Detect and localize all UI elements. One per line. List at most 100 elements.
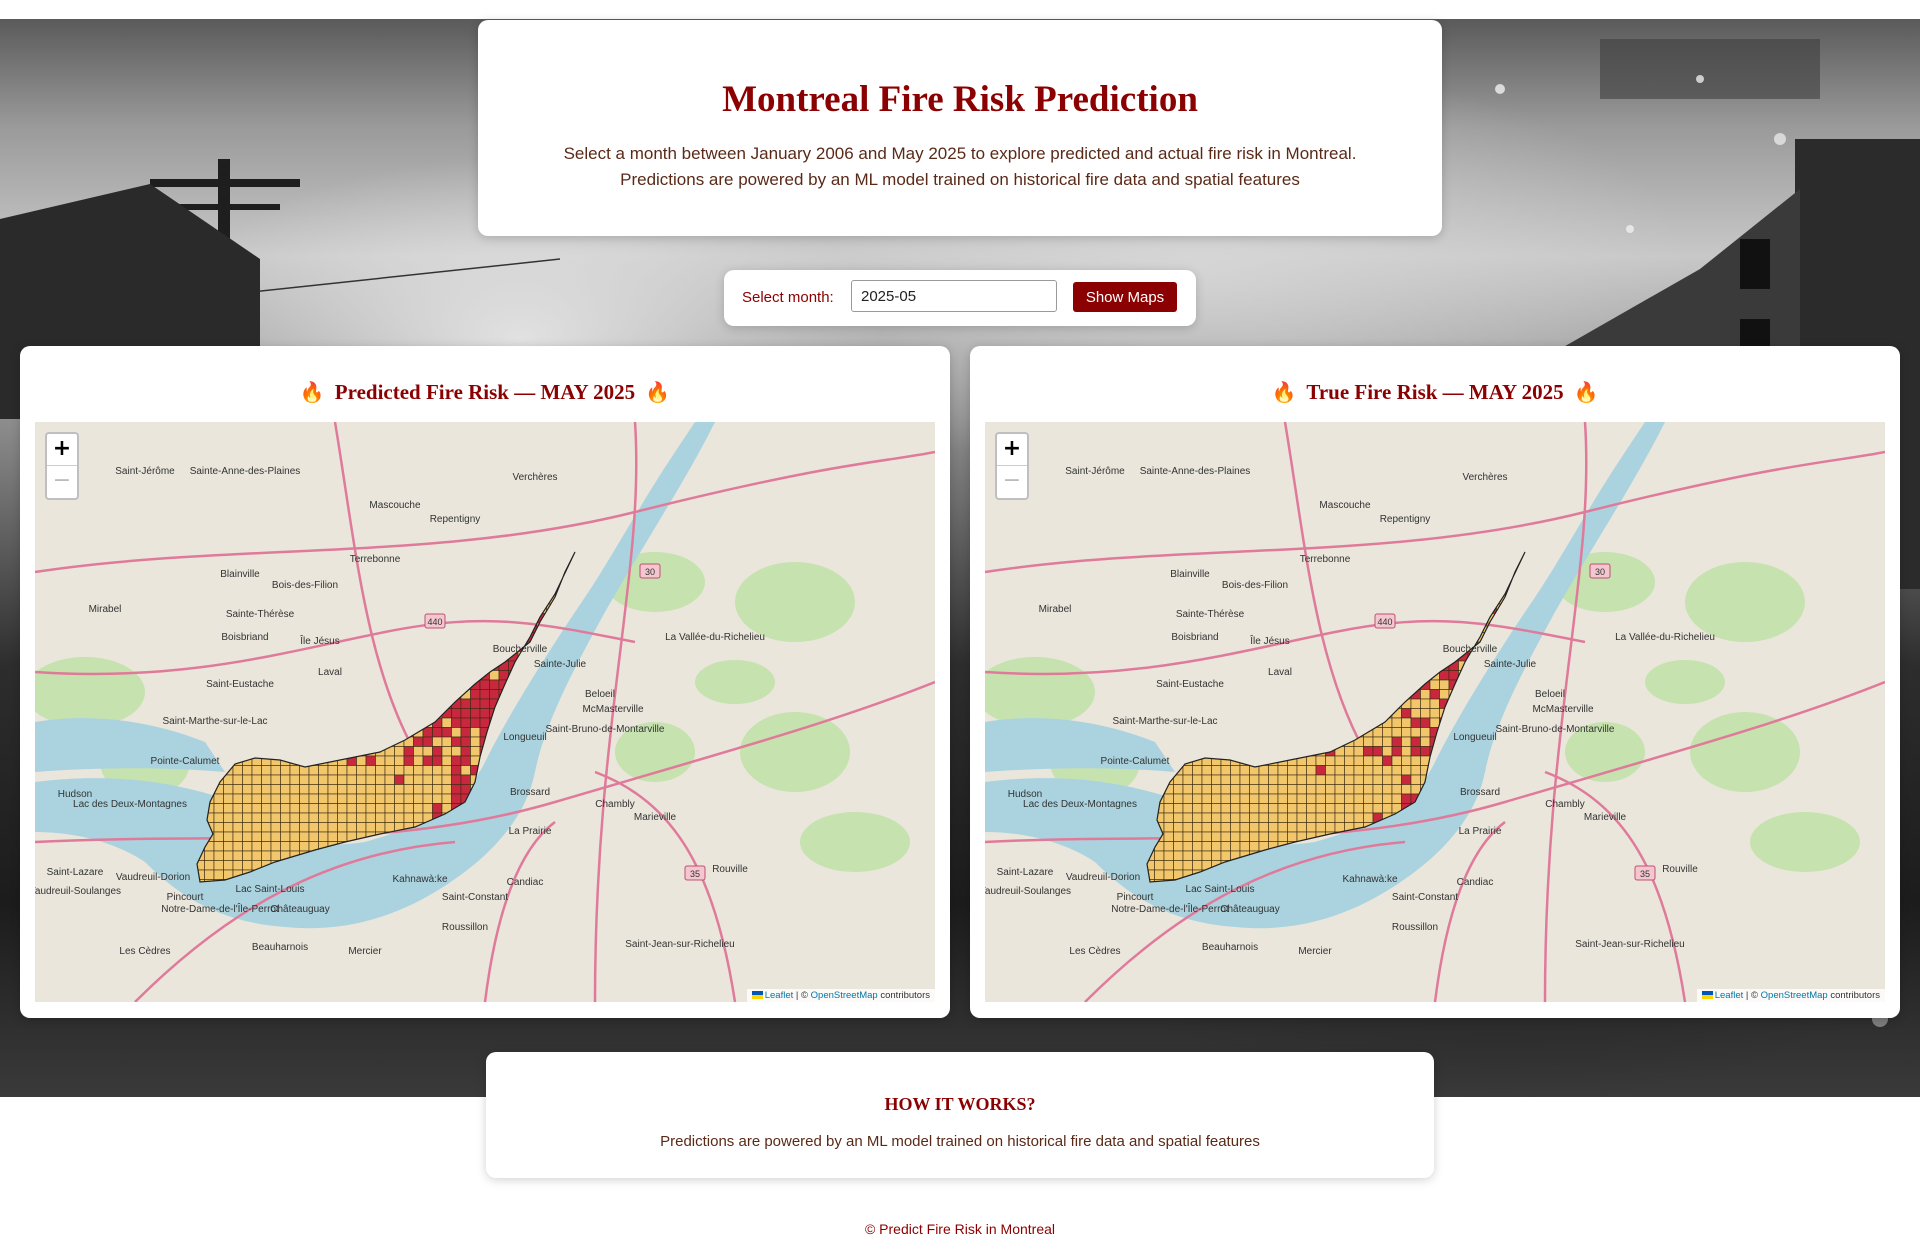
place-label: Les Cèdres [119,946,170,957]
low-risk-cell [394,765,405,776]
low-risk-cell [232,765,243,776]
park-area [1750,812,1860,872]
low-risk-cell [1382,727,1393,738]
low-risk-cell [394,746,405,757]
low-risk-cell [1391,784,1402,795]
low-risk-cell [1258,774,1269,785]
place-label: Mirabel [1039,604,1072,615]
place-label: Kahnawà:ke [392,874,447,885]
low-risk-cell [1192,793,1203,804]
low-risk-cell [327,812,338,823]
place-label: Notre-Dame-de-l'Île-Perrot [1111,902,1229,915]
low-risk-cell [204,860,215,871]
low-risk-cell [299,793,310,804]
low-risk-cell [251,774,262,785]
low-risk-cell [1391,774,1402,785]
low-risk-cell [280,831,291,842]
low-risk-cell [1363,784,1374,795]
place-label: Roussillon [1392,922,1438,933]
place-label: Saint-Constant [442,892,508,903]
low-risk-cell [270,793,281,804]
low-risk-cell [1363,736,1374,747]
high-risk-cell [1391,746,1402,757]
place-label: Île Jésus [299,634,339,647]
high-risk-cell [479,689,490,700]
high-risk-cell [479,679,490,690]
leaflet-link[interactable]: Leaflet [765,990,794,1001]
place-label: Saint-Lazare [47,867,104,878]
place-label: Châteauguay [1220,904,1280,915]
low-risk-cell [308,774,319,785]
low-risk-cell [1163,822,1174,833]
low-risk-cell [375,784,386,795]
low-risk-cell [375,803,386,814]
zoom-out-button[interactable]: − [997,466,1027,497]
low-risk-cell [1192,765,1203,776]
low-risk-cell [413,793,424,804]
low-risk-cell [1211,822,1222,833]
route-shield-label: 440 [1377,617,1392,627]
low-risk-cell [1239,793,1250,804]
fire-icon: 🔥 [645,382,671,404]
zoom-in-button[interactable]: + [47,434,77,466]
low-risk-cell [251,793,262,804]
low-risk-cell [1287,793,1298,804]
low-risk-cell [251,784,262,795]
predicted-risk-map[interactable]: Saint-Jérôme Sainte-Anne-des-Plaines Masco… [35,422,935,1002]
high-risk-cell [422,755,433,766]
high-risk-cell [479,698,490,709]
low-risk-cell [1239,803,1250,814]
low-risk-cell [1211,765,1222,776]
month-input[interactable] [851,280,1057,312]
zoom-in-button[interactable]: + [997,434,1027,466]
low-risk-cell [1429,708,1440,719]
osm-link[interactable]: OpenStreetMap [1761,990,1828,1001]
low-risk-cell [308,784,319,795]
low-risk-cell [422,746,433,757]
true-risk-map[interactable]: Saint-Jérôme Sainte-Anne-des-Plaines Masco… [985,422,1885,1002]
low-risk-cell [1239,784,1250,795]
low-risk-cell [327,803,338,814]
low-risk-cell [1230,803,1241,814]
low-risk-cell [223,850,234,861]
place-label: Verchères [512,472,557,483]
place-label: Repentigny [1380,514,1431,525]
low-risk-cell [1277,793,1288,804]
low-risk-cell [1372,765,1383,776]
leaflet-link[interactable]: Leaflet [1715,990,1744,1001]
low-risk-cell [1353,812,1364,823]
low-risk-cell [1363,812,1374,823]
low-risk-cell [1182,812,1193,823]
low-risk-cell [441,784,452,795]
show-maps-button[interactable]: Show Maps [1073,282,1177,312]
place-label: Mercier [1298,946,1332,957]
low-risk-cell [270,831,281,842]
low-risk-cell [1363,755,1374,766]
zoom-out-button[interactable]: − [47,466,77,497]
osm-link[interactable]: OpenStreetMap [811,990,878,1001]
low-risk-cell [394,803,405,814]
low-risk-cell [403,774,414,785]
low-risk-cell [1287,784,1298,795]
place-label: Lac des Deux-Montagnes [1023,799,1137,810]
place-label: Vaudreuil-Soulanges [985,886,1071,897]
low-risk-cell [384,784,395,795]
high-risk-cell [1420,746,1431,757]
place-label: Candiac [507,877,544,888]
low-risk-cell [261,841,272,852]
low-risk-cell [270,822,281,833]
low-risk-cell [1401,717,1412,728]
low-risk-cell [1182,803,1193,814]
low-risk-cell [1353,746,1364,757]
low-risk-cell [356,784,367,795]
low-risk-cell [299,841,310,852]
low-risk-cell [413,774,424,785]
low-risk-cell [242,822,253,833]
low-risk-cell [1315,812,1326,823]
low-risk-cell [460,765,471,776]
low-risk-cell [1249,822,1260,833]
place-label: Terrebonne [1300,554,1351,565]
low-risk-cell [204,850,215,861]
low-risk-cell [1334,774,1345,785]
low-risk-cell [356,765,367,776]
